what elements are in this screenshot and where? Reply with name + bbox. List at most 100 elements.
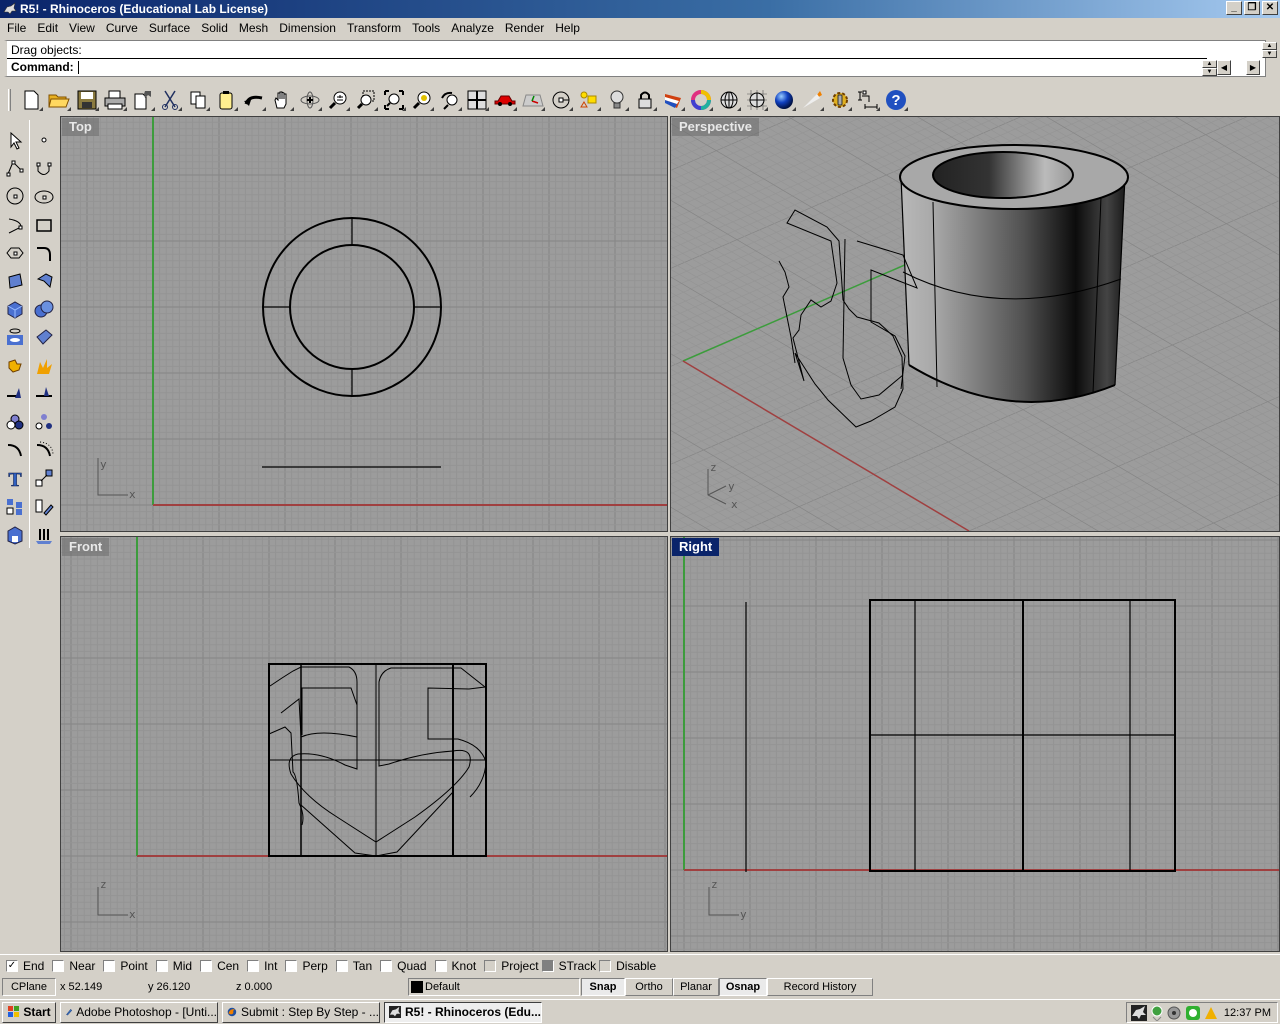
checkbox[interactable]: [247, 959, 260, 972]
rectangle-button[interactable]: [30, 211, 58, 239]
polygon-button[interactable]: [1, 239, 29, 267]
command-spin-up[interactable]: ▲: [1202, 60, 1217, 68]
zoom-dynamic-button[interactable]: [324, 87, 352, 113]
arc-button[interactable]: [1, 211, 29, 239]
blend-curve-button[interactable]: [30, 436, 58, 464]
osnap-cen[interactable]: Cen: [200, 959, 239, 973]
checkbox[interactable]: [380, 959, 393, 972]
menu-tools[interactable]: Tools: [407, 21, 446, 35]
viewport-right[interactable]: z y Right: [670, 536, 1280, 952]
select-arrow-button[interactable]: [1, 126, 29, 154]
point-button[interactable]: [30, 126, 58, 154]
history-scroll-up[interactable]: ▲: [1262, 42, 1277, 50]
viewport-title-top[interactable]: Top: [62, 118, 99, 136]
perspective-viewport-canvas[interactable]: z y x: [671, 117, 1279, 531]
task-rhinoceros[interactable]: R5! - Rhinoceros (Edu...: [384, 1001, 542, 1023]
explode-button[interactable]: [30, 352, 58, 380]
command-scroll-left[interactable]: ◀: [1217, 60, 1231, 75]
zoom-selected-button[interactable]: [408, 87, 436, 113]
split-button[interactable]: [30, 380, 58, 408]
zoom-window-button[interactable]: [352, 87, 380, 113]
open-button[interactable]: [45, 87, 73, 113]
osnap-perp[interactable]: Perp: [285, 959, 328, 973]
menu-surface[interactable]: Surface: [144, 21, 196, 35]
orient-button[interactable]: [30, 493, 58, 521]
messenger-tray-icon[interactable]: [1185, 1005, 1201, 1021]
color-button[interactable]: [687, 87, 715, 113]
osnap-near[interactable]: Near: [52, 959, 95, 973]
ortho-toggle[interactable]: Ortho: [625, 978, 673, 996]
toolbar-grip[interactable]: [8, 89, 11, 111]
osnap-tan[interactable]: Tan: [335, 959, 372, 973]
new-button[interactable]: [17, 87, 45, 113]
curve-button[interactable]: [30, 154, 58, 182]
checkbox[interactable]: [541, 959, 554, 972]
osnap-int[interactable]: Int: [247, 959, 277, 973]
osnap-knot[interactable]: Knot: [434, 959, 476, 973]
import-button[interactable]: [129, 87, 157, 113]
extrude-arrows-button[interactable]: [30, 521, 58, 549]
cplane-indicator[interactable]: CPlane: [2, 978, 56, 996]
viewport-perspective[interactable]: z y x Perspective: [670, 116, 1280, 532]
undo-button[interactable]: [240, 87, 268, 113]
volume-tray-icon[interactable]: [1167, 1005, 1183, 1021]
lights-button[interactable]: [603, 87, 631, 113]
osnap-button[interactable]: [547, 87, 575, 113]
menu-dimension[interactable]: Dimension: [274, 21, 342, 35]
menu-analyze[interactable]: Analyze: [446, 21, 500, 35]
boolean-union-button[interactable]: [30, 295, 58, 323]
front-viewport-canvas[interactable]: z x: [61, 537, 667, 951]
surface-extrude-button[interactable]: [30, 267, 58, 295]
checkbox[interactable]: [285, 959, 298, 972]
viewport-front[interactable]: z x Front: [60, 536, 668, 952]
array-button[interactable]: [1, 493, 29, 521]
offset-curve-button[interactable]: [1, 436, 29, 464]
restore-button[interactable]: ❐: [1244, 1, 1260, 15]
osnap-disable[interactable]: Disable: [599, 959, 656, 973]
osnap-mid[interactable]: Mid: [155, 959, 192, 973]
rendered-view-button[interactable]: [770, 87, 798, 113]
osnap-strack[interactable]: STrack: [541, 959, 596, 973]
checkbox[interactable]: ✓: [6, 959, 18, 972]
fillet-curve-button[interactable]: [30, 239, 58, 267]
menu-transform[interactable]: Transform: [342, 21, 407, 35]
options-button[interactable]: [826, 87, 854, 113]
checkbox[interactable]: [200, 959, 213, 972]
save-button[interactable]: [73, 87, 101, 113]
viewport-title-front[interactable]: Front: [62, 538, 110, 556]
scale-button[interactable]: [30, 464, 58, 492]
text-button[interactable]: T: [1, 464, 29, 492]
pan-button[interactable]: [268, 87, 296, 113]
osnap-project[interactable]: Project: [484, 959, 539, 973]
menu-solid[interactable]: Solid: [196, 21, 234, 35]
osnap-toggle[interactable]: Osnap: [719, 978, 767, 996]
planar-toggle[interactable]: Planar: [673, 978, 719, 996]
box-button[interactable]: [1, 295, 29, 323]
command-scroll-right[interactable]: ▶: [1246, 60, 1260, 75]
zoom-extents-button[interactable]: [380, 87, 408, 113]
four-viewports-button[interactable]: [464, 87, 492, 113]
viewport-title-right[interactable]: Right: [672, 538, 720, 556]
update-tray-icon[interactable]: [1203, 1005, 1219, 1021]
render-car-button[interactable]: [491, 87, 519, 113]
osnap-point[interactable]: Point: [103, 959, 148, 973]
menu-edit[interactable]: Edit: [32, 21, 64, 35]
ghosted-view-button[interactable]: [743, 87, 771, 113]
network-surface-button[interactable]: [30, 323, 58, 351]
network-tray-icon[interactable]: [1149, 1005, 1165, 1021]
menu-render[interactable]: Render: [500, 21, 550, 35]
circle-button[interactable]: [1, 182, 29, 210]
rhino-tray-icon[interactable]: [1131, 1004, 1147, 1021]
cut-button[interactable]: [157, 87, 185, 113]
menu-curve[interactable]: Curve: [101, 21, 144, 35]
surface-points-button[interactable]: [1, 267, 29, 295]
paste-button[interactable]: [212, 87, 240, 113]
checkbox[interactable]: [52, 959, 65, 972]
checkbox[interactable]: [155, 959, 168, 972]
menu-file[interactable]: File: [2, 21, 32, 35]
viewport-title-perspective[interactable]: Perspective: [672, 118, 759, 136]
menu-mesh[interactable]: Mesh: [234, 21, 274, 35]
undo-view-button[interactable]: [436, 87, 464, 113]
solid-edit-button[interactable]: [1, 521, 29, 549]
task-photoshop[interactable]: Adobe Photoshop - [Unti...: [60, 1001, 218, 1023]
